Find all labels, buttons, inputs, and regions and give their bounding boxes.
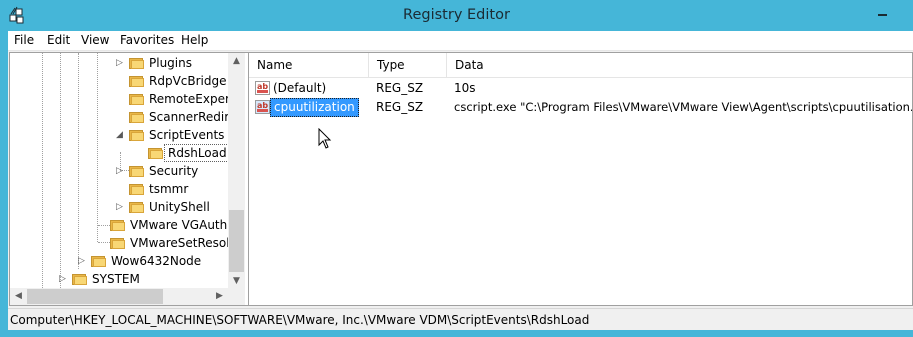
folder-icon <box>91 254 107 267</box>
tree-node-label: RdpVcBridge <box>149 74 227 88</box>
status-path: Computer\HKEY_LOCAL_MACHINE\SOFTWARE\VMw… <box>10 313 590 327</box>
folder-icon <box>129 128 145 141</box>
menu-view[interactable]: View <box>81 33 109 47</box>
key-tree[interactable]: ▷ Plugins RdpVcBridge RemoteExperie Scan… <box>9 52 249 306</box>
folder-icon <box>129 110 145 123</box>
mouse-pointer-icon <box>318 128 332 149</box>
tree-node-label: VMwareSetResolut <box>130 236 242 250</box>
list-row[interactable]: ab (Default) REG_SZ 10s <box>249 79 912 98</box>
tree-node-label: Plugins <box>149 56 192 70</box>
chevron-down-icon[interactable]: ◢ <box>116 130 124 140</box>
title-bar[interactable]: Registry Editor <box>0 0 913 31</box>
menu-bar: File Edit View Favorites Help <box>8 31 913 51</box>
menu-favorites[interactable]: Favorites <box>120 33 174 47</box>
scroll-up-icon[interactable]: ▲ <box>228 53 245 70</box>
folder-icon <box>72 272 88 285</box>
tree-node-label: ScannerRedire <box>149 110 237 124</box>
column-header-name[interactable]: Name <box>249 53 369 78</box>
tree-node-security[interactable]: ▷ Security <box>10 162 228 180</box>
scrollbar-corner <box>228 288 245 305</box>
status-bar: Computer\HKEY_LOCAL_MACHINE\SOFTWARE\VMw… <box>8 308 913 330</box>
tree-node-vmwaresetresolution[interactable]: VMwareSetResolut <box>10 234 242 252</box>
value-name: cpuutilization <box>270 98 359 117</box>
list-header: Name Type Data <box>249 53 912 78</box>
tree-node-system[interactable]: ▷ SYSTEM <box>10 270 228 288</box>
folder-icon <box>129 56 145 69</box>
window-border-left <box>0 31 8 330</box>
value-data: cscript.exe "C:\Program Files\VMware\VMw… <box>454 100 913 114</box>
tree-node-label: Security <box>149 164 199 178</box>
tree-node-label: VMware VGAuth <box>130 218 228 232</box>
scrollbar-thumb[interactable] <box>229 210 244 272</box>
tree-node-label: tsmmr <box>149 182 189 196</box>
folder-icon <box>110 218 126 231</box>
tree-node-plugins[interactable]: ▷ Plugins <box>10 54 228 72</box>
menu-help[interactable]: Help <box>181 33 208 47</box>
tree-node-scannerredirection[interactable]: ScannerRedire <box>10 108 236 126</box>
string-value-icon: ab <box>255 81 270 95</box>
scroll-left-icon[interactable]: ◀ <box>10 288 27 305</box>
minimize-button[interactable] <box>873 2 893 22</box>
string-value-icon: ab <box>255 100 270 114</box>
tree-node-tsmmr[interactable]: tsmmr <box>10 180 228 198</box>
tree-node-label: Wow6432Node <box>111 254 202 268</box>
chevron-right-icon[interactable]: ▷ <box>78 256 86 266</box>
chevron-right-icon[interactable]: ▷ <box>116 202 124 212</box>
tree-node-vmware-vgauth[interactable]: VMware VGAuth <box>10 216 228 234</box>
tree-node-label: RemoteExperie <box>149 92 241 106</box>
chevron-right-icon[interactable]: ▷ <box>59 274 67 284</box>
scroll-right-icon[interactable]: ▶ <box>211 288 228 305</box>
values-list[interactable]: Name Type Data ab (Default) REG_SZ 10s a… <box>248 52 913 306</box>
value-type: REG_SZ <box>376 81 424 95</box>
folder-icon <box>129 74 145 87</box>
tree-node-label: ScriptEvents <box>149 128 225 142</box>
tree-node-label: SYSTEM <box>92 272 140 286</box>
menu-edit[interactable]: Edit <box>47 33 70 47</box>
chevron-right-icon[interactable]: ▷ <box>116 58 124 68</box>
content-area: ▷ Plugins RdpVcBridge RemoteExperie Scan… <box>8 51 913 308</box>
tree-horizontal-scrollbar[interactable]: ◀ ▶ <box>10 288 228 305</box>
tree-node-unityshell[interactable]: ▷ UnityShell <box>10 198 228 216</box>
tree-node-wow6432node[interactable]: ▷ Wow6432Node <box>10 252 228 270</box>
scrollbar-thumb[interactable] <box>27 289 163 304</box>
tree-node-label: RdshLoad <box>164 144 231 162</box>
value-data: 10s <box>454 81 476 95</box>
column-header-type[interactable]: Type <box>369 53 447 78</box>
tree-node-rdshload[interactable]: RdshLoad <box>10 144 231 162</box>
folder-icon <box>129 182 145 195</box>
window-title: Registry Editor <box>403 7 510 23</box>
chevron-right-icon[interactable]: ▷ <box>116 166 124 176</box>
value-type: REG_SZ <box>376 100 424 114</box>
menu-file[interactable]: File <box>14 33 34 47</box>
window-border-bottom <box>0 330 913 337</box>
tree-node-label: UnityShell <box>149 200 210 214</box>
tree-vertical-scrollbar[interactable]: ▲ ▼ <box>228 53 245 290</box>
value-name: (Default) <box>273 81 327 95</box>
column-header-data[interactable]: Data <box>447 53 912 78</box>
folder-icon <box>129 164 145 177</box>
folder-icon <box>110 236 126 249</box>
list-row[interactable]: ab cpuutilization REG_SZ cscript.exe "C:… <box>249 98 913 117</box>
tree-node-remoteexperience[interactable]: RemoteExperie <box>10 90 241 108</box>
folder-icon <box>148 146 164 159</box>
folder-icon <box>129 200 145 213</box>
tree-node-rdpvcbridge[interactable]: RdpVcBridge <box>10 72 228 90</box>
tree-node-scriptevents[interactable]: ◢ ScriptEvents <box>10 126 228 144</box>
folder-icon <box>129 92 145 105</box>
